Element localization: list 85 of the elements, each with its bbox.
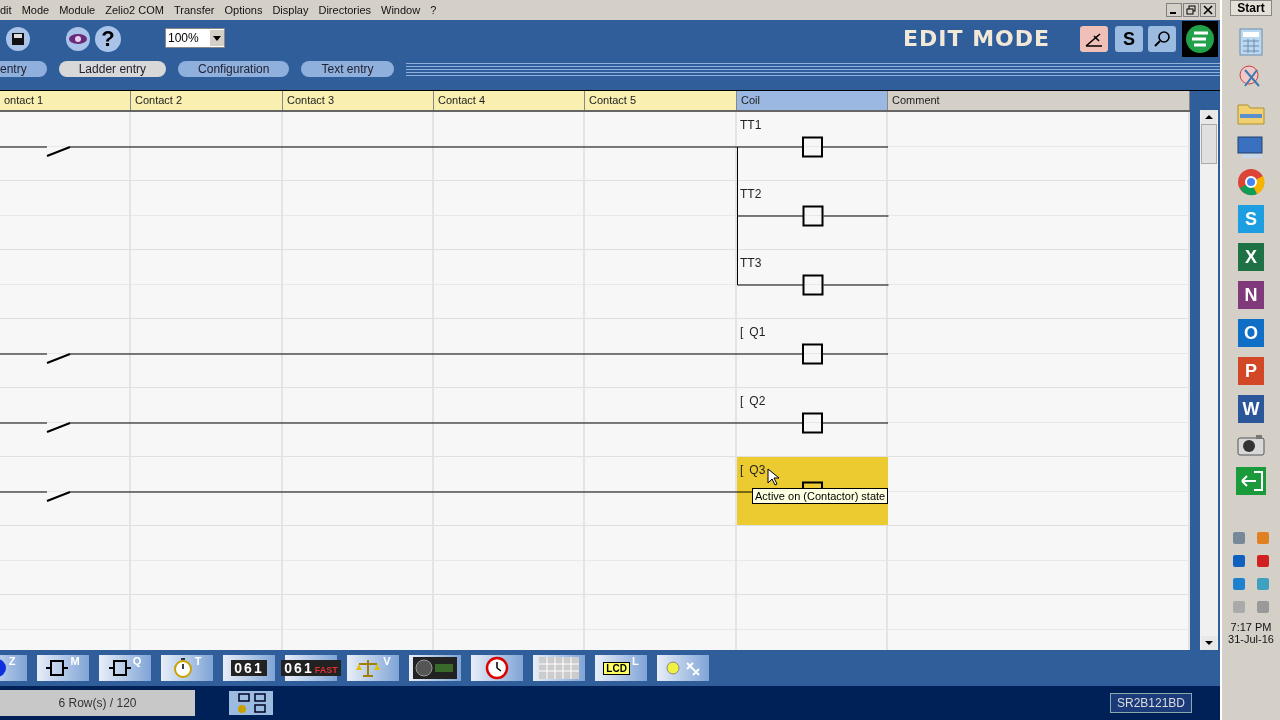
menu-item[interactable]: dit: [0, 4, 18, 16]
coil-icon: [46, 658, 69, 678]
restore-icon[interactable]: [1183, 3, 1199, 17]
column-header: Contact 4: [434, 91, 585, 110]
counter-display: 061 FAST: [281, 660, 341, 676]
app-icon[interactable]: P: [1238, 357, 1264, 385]
function-block-button[interactable]: 061: [223, 655, 275, 681]
column-header: ontact 1: [0, 91, 131, 110]
block-letter: L: [631, 655, 639, 667]
help-button[interactable]: ?: [95, 26, 121, 52]
scroll-down-icon[interactable]: [1201, 636, 1217, 650]
scroll-up-icon[interactable]: [1201, 110, 1217, 124]
zoom-dropdown[interactable]: 100%: [165, 28, 225, 48]
app-icon[interactable]: W: [1238, 395, 1264, 423]
coil-label: TT3: [740, 256, 762, 270]
diagram-icon[interactable]: [229, 691, 273, 715]
tooltip: Active on (Contactor) state: [752, 488, 889, 504]
edit-icon[interactable]: [1080, 26, 1108, 52]
mode-label: EDIT MODE: [903, 26, 1051, 51]
column-header: Contact 3: [283, 91, 434, 110]
eye-icon[interactable]: [65, 26, 91, 52]
simulation-button[interactable]: S: [1115, 26, 1143, 52]
tab[interactable]: Text entry: [301, 61, 394, 77]
close-icon[interactable]: [1200, 3, 1216, 17]
minimize-icon[interactable]: [1166, 3, 1182, 17]
coil-label: [ Q1: [740, 325, 766, 339]
camera-icon[interactable]: [1236, 432, 1266, 458]
tab[interactable]: entry: [0, 61, 47, 77]
coil-label: [ Q2: [740, 394, 766, 408]
caret-icon: [210, 30, 224, 46]
column-header: Contact 5: [585, 91, 737, 110]
column-header: Contact 2: [131, 91, 283, 110]
block-letter: Z: [8, 655, 16, 667]
menu-item[interactable]: Options: [220, 4, 269, 16]
coil-label: TT1: [740, 118, 762, 132]
app-icon[interactable]: N: [1238, 281, 1264, 309]
tab[interactable]: Ladder entry: [58, 61, 167, 77]
clock-icon: [485, 656, 509, 680]
cursor-icon: [767, 468, 779, 486]
browser-icon[interactable]: [1237, 168, 1265, 196]
scale-icon: [355, 658, 382, 678]
block-letter: T: [194, 655, 202, 667]
tray-icon[interactable]: [1231, 576, 1247, 592]
menu-item[interactable]: ?: [426, 4, 443, 16]
start-button[interactable]: Start: [1230, 0, 1272, 16]
menu-item[interactable]: Window: [377, 4, 427, 16]
function-block-button[interactable]: LCD L: [595, 655, 647, 681]
module-reference: SR2B121BD: [1110, 693, 1192, 713]
counter-display: 061: [231, 660, 267, 676]
tray-icon[interactable]: [1231, 530, 1247, 546]
lcd-display: LCD: [603, 661, 630, 675]
block-letter: M: [70, 655, 80, 667]
save-icon[interactable]: [5, 26, 31, 52]
clock-time: 7:17 PM: [1230, 621, 1272, 633]
app-icon[interactable]: X: [1238, 243, 1264, 271]
tray-icon[interactable]: [1255, 553, 1271, 569]
coil-icon: [108, 658, 131, 678]
function-block-button[interactable]: [409, 655, 461, 681]
logo-icon: [1182, 21, 1218, 57]
block-letter: Q: [132, 655, 142, 667]
exit-icon[interactable]: [1234, 466, 1268, 496]
tray-icon[interactable]: [1231, 553, 1247, 569]
calculator-icon[interactable]: [1238, 28, 1264, 56]
vertical-scrollbar[interactable]: [1200, 110, 1218, 650]
row-count: 6 Row(s) / 120: [0, 690, 195, 716]
analog-input-icon: [413, 657, 457, 679]
tab[interactable]: Configuration: [178, 61, 290, 77]
coil-label: [ Q3: [740, 463, 766, 477]
menu-item[interactable]: Module: [55, 4, 102, 16]
column-header: Comment: [888, 91, 1190, 110]
search-icon[interactable]: [1148, 26, 1176, 52]
coil-label: TT2: [740, 187, 762, 201]
monitor-icon[interactable]: [1236, 134, 1266, 160]
grid-icon: [539, 657, 579, 679]
menu-item[interactable]: Display: [268, 4, 315, 16]
scroll-thumb[interactable]: [1201, 124, 1217, 164]
block-letter: V: [383, 655, 391, 667]
stopwatch-icon: [172, 657, 193, 679]
column-header: Coil: [737, 91, 888, 110]
menu-item[interactable]: Mode: [17, 4, 56, 16]
clock-date: 31-Jul-16: [1228, 633, 1274, 645]
menu-item[interactable]: Zelio2 COM: [101, 4, 170, 16]
menu-item[interactable]: Transfer: [169, 4, 221, 16]
menu-item[interactable]: Directories: [314, 4, 378, 16]
app-icon[interactable]: O: [1238, 319, 1264, 347]
